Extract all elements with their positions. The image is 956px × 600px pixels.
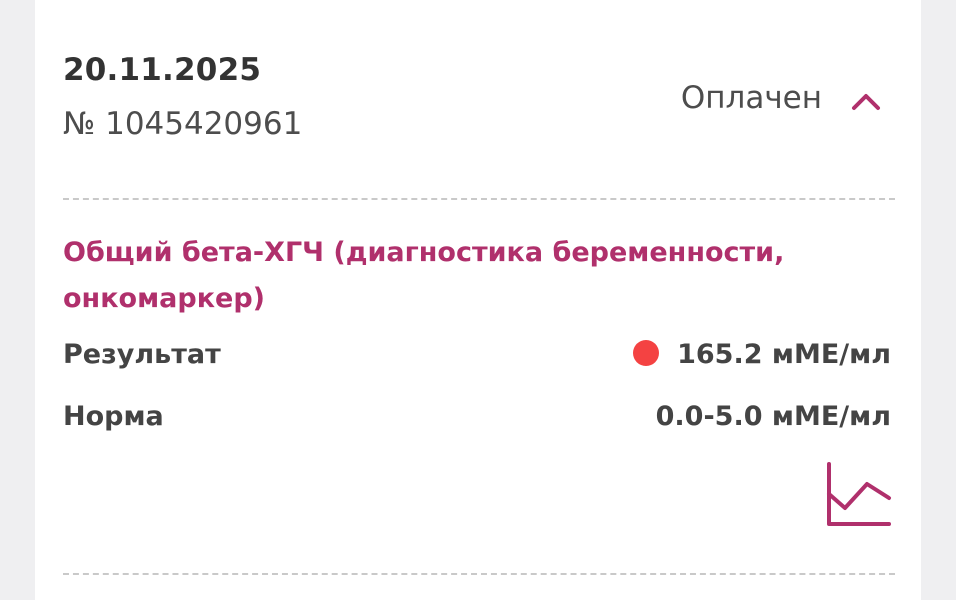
- divider: [63, 198, 895, 200]
- line-chart-icon[interactable]: [825, 462, 893, 530]
- order-number: № 1045420961: [63, 106, 303, 142]
- order-card: 20.11.2025 № 1045420961 Оплачен Общий бе…: [35, 0, 921, 600]
- test-name[interactable]: Общий бета-ХГЧ (диагностика беременности…: [63, 230, 843, 322]
- norm-label: Норма: [63, 401, 164, 432]
- norm-value: 0.0-5.0 мМЕ/мл: [655, 401, 891, 432]
- result-label: Результат: [63, 339, 221, 370]
- order-status: Оплачен: [680, 80, 822, 116]
- order-date: 20.11.2025: [63, 52, 262, 88]
- chevron-up-icon[interactable]: [848, 86, 884, 114]
- result-value: 165.2 мМЕ/мл: [677, 339, 891, 370]
- divider: [63, 573, 895, 575]
- result-value-row: 165.2 мМЕ/мл: [633, 339, 891, 370]
- result-status-dot: [633, 340, 660, 366]
